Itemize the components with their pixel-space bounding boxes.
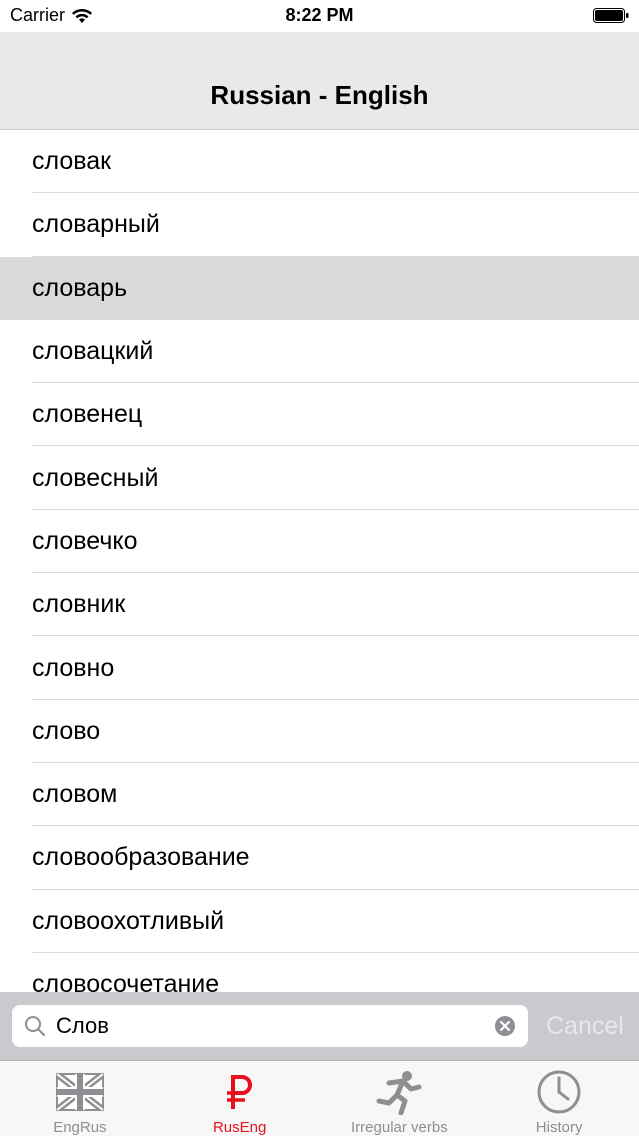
list-item-label: словечко [32, 526, 138, 555]
tab-ruseng-label: RusEng [212, 1119, 267, 1136]
tab-engrus-label: EngRus [53, 1119, 107, 1136]
status-time: 8:22 PM [285, 5, 354, 25]
list-item[interactable]: словак [0, 130, 639, 194]
list-item-label: словацкий [32, 337, 154, 366]
tab-bar: EngRus RusEng Irregular verbs History [0, 1060, 639, 1136]
search-field[interactable] [12, 1005, 528, 1047]
list-item-label: словенец [32, 400, 143, 429]
word-list[interactable]: словак словарный словарь словацкий словенец с… [0, 130, 639, 992]
list-item[interactable]: словечко [0, 509, 639, 574]
tab-history[interactable]: History [479, 1061, 639, 1136]
list-item-label: словно [32, 653, 115, 682]
list-item[interactable]: словацкий [0, 319, 639, 384]
clock-icon [537, 1070, 581, 1114]
tab-history-label: History [535, 1119, 583, 1136]
list-item-label: словак [32, 147, 112, 176]
cancel-button[interactable]: Cancel [546, 1006, 624, 1046]
tab-ruseng[interactable]: RusEng [160, 1061, 320, 1136]
list-item-label: словарь [32, 273, 128, 302]
list-item-label: словом [32, 780, 118, 809]
list-item-label: словник [32, 590, 126, 619]
list-item-label: словообразование [32, 843, 250, 872]
list-item-label: словосочетание [32, 970, 220, 992]
tab-irregular-verbs-label: Irregular verbs [351, 1119, 448, 1136]
tab-engrus[interactable]: EngRus [0, 1061, 160, 1136]
list-item-label: словоохотливый [32, 906, 225, 935]
search-input[interactable] [56, 1013, 494, 1039]
list-item[interactable]: словоохотливый [0, 889, 639, 954]
list-item[interactable]: словесный [0, 446, 639, 511]
list-item[interactable]: словарный [0, 193, 639, 257]
page-title: Russian - English [210, 80, 429, 110]
list-item-label: слово [32, 716, 101, 745]
search-bar: Cancel [0, 992, 639, 1060]
ruble-icon [226, 1075, 252, 1109]
tab-irregular-verbs[interactable]: Irregular verbs [320, 1061, 480, 1136]
search-icon [25, 1016, 46, 1037]
list-item[interactable]: словник [0, 573, 639, 637]
list-item[interactable]: словом [0, 762, 639, 827]
list-item[interactable]: словообразование [0, 826, 639, 890]
list-item-label: словесный [32, 463, 159, 492]
status-bar: Carrier 8:22 PM [0, 0, 639, 32]
list-item[interactable]: слово [0, 699, 639, 764]
clear-icon[interactable] [494, 1015, 516, 1037]
navigation-bar: Russian - English [0, 32, 639, 130]
list-item[interactable]: словенец [0, 383, 639, 447]
list-item-label: словарный [32, 210, 160, 239]
list-item[interactable]: словосочетание [0, 952, 639, 992]
list-item[interactable]: словарь [0, 256, 639, 320]
uk-flag-icon [55, 1073, 104, 1111]
list-item[interactable]: словно [0, 636, 639, 700]
battery-icon [593, 8, 629, 23]
running-man-icon [376, 1071, 422, 1115]
